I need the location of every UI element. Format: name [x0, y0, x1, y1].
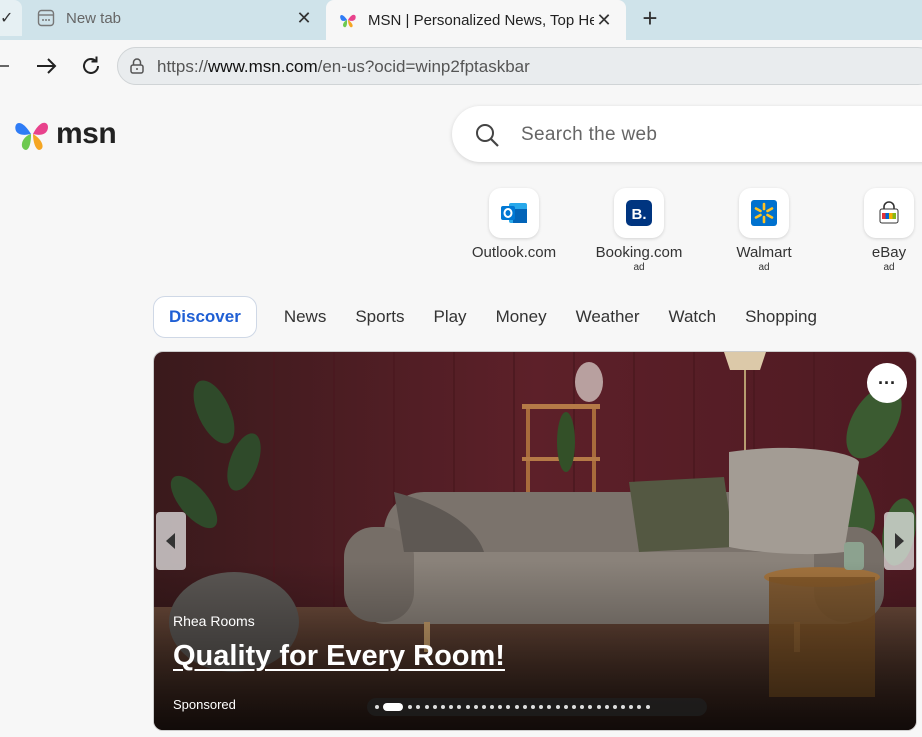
- web-search-box[interactable]: Search the web: [452, 106, 922, 162]
- close-tab-icon[interactable]: ✕: [294, 8, 314, 28]
- url-scheme: https://: [157, 57, 209, 76]
- close-tab-icon[interactable]: ✕: [594, 10, 614, 30]
- tab-msn[interactable]: MSN | Personalized News, Top Headlines ✕: [326, 0, 626, 40]
- carousel-dot[interactable]: [539, 705, 544, 709]
- carousel-dot[interactable]: [629, 705, 634, 709]
- refresh-button[interactable]: [77, 52, 105, 80]
- carousel-dot[interactable]: [432, 705, 437, 709]
- hero-headline[interactable]: Quality for Every Room!: [173, 640, 505, 673]
- msn-wordmark: msn: [56, 117, 117, 150]
- ebay-icon: [864, 188, 914, 238]
- tab-news[interactable]: News: [284, 307, 327, 327]
- carousel-dot[interactable]: [555, 705, 560, 709]
- chevron-left-icon: [166, 533, 175, 549]
- tab-shopping[interactable]: Shopping: [745, 307, 817, 327]
- carousel-dot[interactable]: [375, 705, 379, 709]
- tab-new-tab[interactable]: New tab ✕: [24, 0, 326, 36]
- carousel-dot[interactable]: [604, 705, 609, 709]
- carousel-dot[interactable]: [457, 705, 462, 709]
- carousel-dot[interactable]: [473, 705, 478, 709]
- carousel-dot[interactable]: [506, 705, 511, 709]
- tab-watch[interactable]: Watch: [669, 307, 717, 327]
- carousel-dot[interactable]: [449, 705, 454, 709]
- chevron-right-icon: [895, 533, 904, 549]
- address-bar[interactable]: https://www.msn.com/en-us?ocid=winp2fpta…: [117, 47, 922, 85]
- quicklink-label: eBay: [871, 244, 907, 261]
- carousel-dot[interactable]: [522, 705, 527, 709]
- search-icon[interactable]: [474, 122, 500, 148]
- new-tab-icon: [36, 8, 56, 28]
- quicklink-outlook[interactable]: Outlook.com: [459, 188, 569, 261]
- carousel-dot[interactable]: [612, 705, 617, 709]
- carousel-dot[interactable]: [481, 705, 486, 709]
- quicklink-label: Walmart: [736, 244, 792, 261]
- carousel-pagination: [367, 698, 707, 716]
- carousel-dot[interactable]: [490, 705, 495, 709]
- walmart-icon: [739, 188, 789, 238]
- tab-play[interactable]: Play: [433, 307, 466, 327]
- carousel-dot[interactable]: [465, 705, 470, 709]
- back-button[interactable]: [0, 52, 14, 80]
- checkmark-icon: ✓: [0, 10, 14, 27]
- browser-toolbar: https://www.msn.com/en-us?ocid=winp2fpta…: [0, 40, 922, 92]
- lock-icon[interactable]: [128, 57, 146, 75]
- quicklink-label: Outlook.com: [471, 244, 557, 261]
- tab-title: MSN | Personalized News, Top Headlines: [368, 11, 594, 29]
- carousel-dot[interactable]: [596, 705, 601, 709]
- quicklink-ebay[interactable]: eBay ad: [834, 188, 922, 273]
- forward-button[interactable]: [32, 52, 60, 80]
- carousel-dot[interactable]: [637, 705, 642, 709]
- previous-tab-stub[interactable]: ✓: [0, 0, 22, 36]
- more-options-button[interactable]: ···: [867, 363, 907, 403]
- advertiser-name[interactable]: Rhea Rooms: [173, 613, 255, 629]
- tab-discover[interactable]: Discover: [153, 296, 257, 338]
- quicklink-booking[interactable]: B. Booking.com ad: [584, 188, 694, 273]
- carousel-dot[interactable]: [547, 705, 552, 709]
- carousel-dot[interactable]: [580, 705, 585, 709]
- tab-strip: ✓ New tab ✕ MSN | Personalized News, Top…: [0, 0, 922, 40]
- quick-links: Outlook.com B. Booking.com ad Walmart ad…: [0, 188, 922, 278]
- booking-icon: B.: [614, 188, 664, 238]
- new-tab-button[interactable]: +: [636, 3, 664, 33]
- ad-badge: ad: [883, 262, 895, 273]
- msn-butterfly-icon: [15, 122, 48, 150]
- carousel-dot[interactable]: [588, 705, 593, 709]
- carousel-dot[interactable]: [621, 705, 626, 709]
- carousel-dot[interactable]: [408, 705, 413, 709]
- url-text: https://www.msn.com/en-us?ocid=winp2fpta…: [157, 57, 530, 77]
- carousel-dot[interactable]: [416, 705, 421, 709]
- msn-logo[interactable]: msn: [12, 114, 117, 154]
- outlook-icon: [489, 188, 539, 238]
- hero-image: [154, 352, 916, 730]
- carousel-dot[interactable]: [440, 705, 445, 709]
- carousel-dot[interactable]: [514, 705, 519, 709]
- url-domain: www.msn.com: [208, 57, 318, 76]
- carousel-dot[interactable]: [571, 705, 576, 709]
- tab-weather[interactable]: Weather: [576, 307, 640, 327]
- carousel-dot[interactable]: [424, 705, 429, 709]
- sponsored-label: Sponsored: [173, 697, 236, 712]
- msn-page: msn Search the web Outlook.com B. Bookin…: [0, 92, 922, 737]
- tab-title: New tab: [66, 9, 122, 27]
- carousel-dot[interactable]: [563, 705, 568, 709]
- search-placeholder: Search the web: [521, 124, 658, 145]
- svg-text:B.: B.: [632, 206, 647, 223]
- ad-badge: ad: [758, 262, 770, 273]
- carousel-dot[interactable]: [645, 705, 650, 709]
- tab-money[interactable]: Money: [496, 307, 547, 327]
- ad-badge: ad: [633, 262, 645, 273]
- quicklink-walmart[interactable]: Walmart ad: [709, 188, 819, 273]
- carousel-dot[interactable]: [531, 705, 535, 709]
- carousel-dot[interactable]: [498, 705, 503, 709]
- url-path: /en-us?ocid=winp2fptaskbar: [317, 57, 530, 76]
- feed-nav: Discover News Sports Play Money Weather …: [153, 295, 846, 339]
- quicklink-label: Booking.com: [595, 244, 683, 261]
- carousel-next-button[interactable]: [884, 512, 914, 570]
- carousel-prev-button[interactable]: [156, 512, 186, 570]
- carousel-dot[interactable]: [383, 703, 404, 711]
- tab-sports[interactable]: Sports: [355, 307, 404, 327]
- hero-carousel[interactable]: ··· Rhea Rooms Quality for Every Room! S…: [153, 351, 917, 731]
- msn-butterfly-icon: [338, 10, 358, 30]
